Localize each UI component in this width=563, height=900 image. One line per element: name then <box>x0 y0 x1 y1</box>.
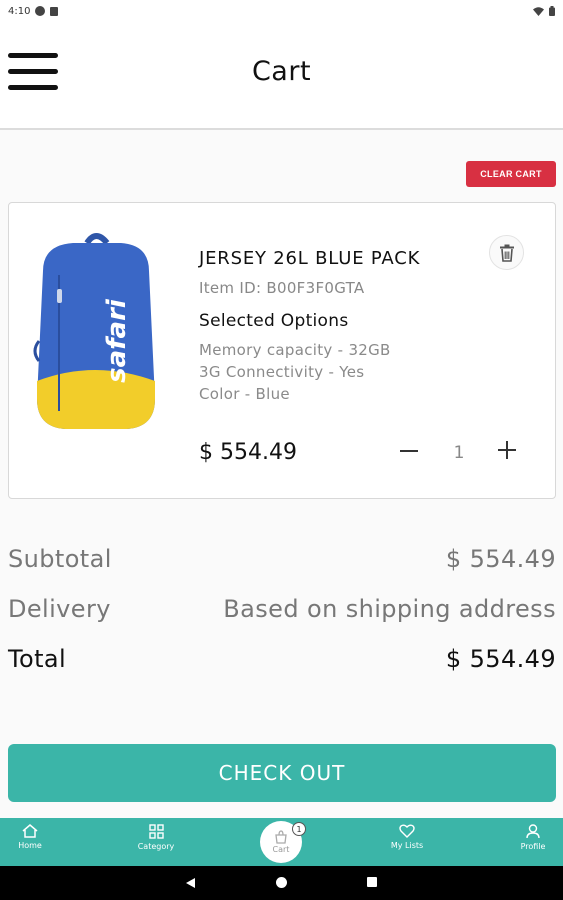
product-name[interactable]: JERSEY 26L BLUE PACK <box>199 248 420 269</box>
total-value: $ 554.49 <box>445 645 556 673</box>
product-image[interactable]: safari <box>29 231 163 433</box>
option-connectivity: 3G Connectivity - Yes <box>199 363 365 381</box>
heart-icon <box>399 824 415 838</box>
nav-cart-label: Cart <box>272 845 290 854</box>
quantity-decrease-button[interactable] <box>397 439 421 463</box>
delete-item-button[interactable] <box>489 235 524 270</box>
delivery-value: Based on shipping address <box>223 595 556 623</box>
product-brand-text: safari <box>102 298 132 383</box>
category-icon <box>148 824 164 839</box>
total-label: Total <box>8 645 67 673</box>
minus-icon <box>400 450 418 452</box>
bottom-nav: Home Category Cart 1 My Lists Profile <box>0 818 563 866</box>
app-header: Cart <box>0 22 563 130</box>
plus-icon <box>498 441 516 459</box>
sd-card-icon <box>50 6 59 16</box>
cart-item-card: safari JERSEY 26L BLUE PACK Item ID: B00… <box>8 202 556 499</box>
system-nav-bar <box>0 866 563 900</box>
recents-icon[interactable] <box>367 877 377 887</box>
app-notification-icon <box>35 6 46 16</box>
nav-category-label: Category <box>137 842 175 851</box>
nav-profile-label: Profile <box>520 842 546 851</box>
selected-options-heading: Selected Options <box>199 311 349 331</box>
quantity-input[interactable] <box>423 440 495 466</box>
item-price: $ 554.49 <box>199 440 297 465</box>
cart-icon <box>275 830 287 844</box>
battery-icon <box>549 6 555 16</box>
option-memory: Memory capacity - 32GB <box>199 341 391 359</box>
checkout-button[interactable]: CHECK OUT <box>8 744 556 802</box>
nav-my-lists[interactable]: My Lists <box>385 824 429 850</box>
delivery-label: Delivery <box>8 595 111 623</box>
nav-category[interactable]: Category <box>134 824 178 851</box>
total-row: Total $ 554.49 <box>8 645 556 673</box>
subtotal-row: Subtotal $ 554.49 <box>8 545 556 573</box>
nav-my-lists-label: My Lists <box>390 841 424 850</box>
back-icon[interactable] <box>186 878 195 888</box>
cart-count-badge: 1 <box>292 822 306 836</box>
nav-home[interactable]: Home <box>12 824 48 850</box>
trash-icon <box>499 244 514 262</box>
clear-cart-button[interactable]: CLEAR CART <box>466 161 556 187</box>
delivery-row: Delivery Based on shipping address <box>8 595 556 623</box>
nav-home-label: Home <box>18 841 42 850</box>
wifi-icon <box>533 6 544 16</box>
page-title: Cart <box>251 56 312 87</box>
quantity-increase-button[interactable] <box>494 437 520 463</box>
nav-profile[interactable]: Profile <box>513 824 553 851</box>
cart-content: CLEAR CART safari JERSEY 26L BLUE PACK I… <box>0 130 563 818</box>
option-color: Color - Blue <box>199 385 290 403</box>
subtotal-value: $ 554.49 <box>445 545 556 573</box>
home-circle-icon[interactable] <box>276 877 287 888</box>
item-id: Item ID: B00F3F0GTA <box>199 279 365 297</box>
status-time: 4:10 <box>8 5 31 17</box>
home-icon <box>22 824 38 838</box>
subtotal-label: Subtotal <box>8 545 112 573</box>
status-bar: 4:10 <box>0 0 563 22</box>
profile-icon <box>526 824 540 839</box>
